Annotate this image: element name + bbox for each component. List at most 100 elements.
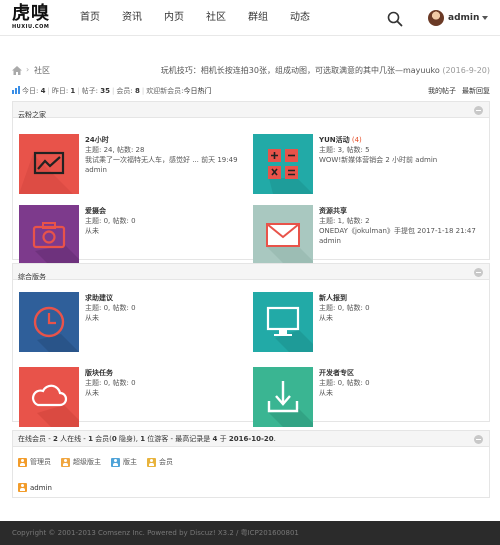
nav-item-news[interactable]: 资讯 [122, 0, 142, 36]
hot-today-link[interactable]: 今日热门 [184, 87, 212, 95]
online-summary[interactable]: 在线会员 - 2 人在线 - 1 会员(0 隐身), 1 位游客 - 最高记录是… [13, 431, 489, 447]
stats-links: 我的帖子 最新回复 [422, 86, 490, 96]
nav-item-home[interactable]: 首页 [80, 0, 100, 36]
legend-super-moderator: 超级版主 [61, 457, 101, 467]
members-value: 8 [134, 87, 140, 95]
cloud-icon[interactable] [19, 367, 79, 427]
search-icon[interactable] [387, 11, 403, 27]
online-text-7: . [273, 435, 276, 443]
download-icon[interactable] [253, 367, 313, 427]
stats-chart-icon [12, 86, 20, 94]
forum-stats: 主题: 0, 帖数: 0 [85, 379, 136, 387]
forum-name[interactable]: 求助建议 [85, 294, 113, 302]
forum-new-count: (4) [351, 136, 362, 144]
collapse-icon[interactable] [474, 435, 483, 444]
forum-name[interactable]: 开发者专区 [319, 369, 354, 377]
admin-user-icon [18, 457, 27, 467]
forum-item: 开发者专区 主题: 0, 帖数: 0 从未 [247, 360, 477, 430]
forum-last-post[interactable]: WOW!新媒体营销会 2 小时前 admin [319, 155, 437, 165]
online-record-date: 2016-10-20 [228, 435, 274, 443]
yesterday-value: 1 [70, 87, 76, 95]
home-icon[interactable] [12, 66, 22, 75]
breadcrumb-community[interactable]: 社区 [34, 65, 50, 76]
forum-name[interactable]: YUN活动 [319, 136, 350, 144]
moderator-user-icon [111, 457, 120, 467]
legend-label: 版主 [123, 458, 137, 466]
forum-name[interactable]: 新人报到 [319, 294, 347, 302]
monitor-icon[interactable] [253, 292, 313, 352]
forum-last-post: 从未 [319, 314, 333, 322]
forum-stats: 主题: 0, 帖数: 0 [85, 304, 136, 312]
collapse-icon[interactable] [474, 106, 483, 115]
logo-main: 虎嗅 [12, 3, 50, 24]
category-panel: 云粉之家 24小时 主题: 24, 帖数: 28 我试乘了一次福特无人车，感觉好… [12, 101, 490, 265]
members-label: 会员: [116, 87, 133, 95]
online-text-1: 在线会员 - [18, 435, 53, 443]
online-user-name[interactable]: admin [30, 484, 52, 492]
tip-text[interactable]: 玩机技巧：相机长按连拍30张，组成动图，可选取满意的其中几张—mayuuko [161, 66, 440, 75]
admin-user-icon [18, 483, 27, 492]
forum-stats: 主题: 24, 帖数: 28 [85, 146, 145, 154]
calculator-icon[interactable] [253, 134, 313, 194]
online-text-5: 位游客 - 最高记录是 [145, 435, 213, 443]
legend-member: 会员 [147, 457, 173, 467]
site-logo[interactable]: 虎嗅 HUXIU.COM [12, 3, 52, 31]
category-title[interactable]: 云粉之家 [18, 111, 46, 119]
nav-item-pages[interactable]: 内页 [164, 0, 184, 36]
clock-icon[interactable] [19, 292, 79, 352]
category-title[interactable]: 综合版务 [18, 273, 46, 281]
forum-stats: 主题: 3, 帖数: 5 [319, 146, 370, 154]
forum-info: 新人报到 主题: 0, 帖数: 0 从未 [319, 293, 370, 323]
collapse-icon[interactable] [474, 268, 483, 277]
category-header: 综合版务 [13, 264, 489, 281]
breadcrumb: › 社区 玩机技巧：相机长按连拍30张，组成动图，可选取满意的其中几张—mayu… [12, 64, 490, 78]
legend-moderator: 版主 [111, 457, 137, 467]
forum-last-post: 从未 [85, 389, 99, 397]
legend-label: 会员 [159, 458, 173, 466]
forum-stats: 主题: 0, 帖数: 0 [85, 217, 136, 225]
forum-last-user[interactable]: admin [85, 165, 238, 175]
mail-icon[interactable] [253, 205, 313, 265]
forum-last-post[interactable]: ONEDAY《jokulman》手提包 2017-1-18 21:47 [319, 226, 476, 236]
my-posts-link[interactable]: 我的帖子 [428, 87, 456, 95]
forum-item: 资源共享 主题: 1, 帖数: 2 ONEDAY《jokulman》手提包 20… [247, 198, 477, 268]
chevron-down-icon[interactable] [482, 16, 489, 20]
camera-icon[interactable] [19, 205, 79, 265]
online-panel: 在线会员 - 2 人在线 - 1 会员(0 隐身), 1 位游客 - 最高记录是… [12, 430, 490, 498]
latest-replies-link[interactable]: 最新回复 [462, 87, 490, 95]
forum-item: 版块任务 主题: 0, 帖数: 0 从未 [13, 360, 243, 430]
forum-stats: 主题: 1, 帖数: 2 [319, 217, 370, 225]
forum-item: 爱摄会 主题: 0, 帖数: 0 从未 [13, 198, 243, 268]
member-user-icon [147, 457, 156, 467]
forum-last-post: 从未 [85, 227, 99, 235]
nav-item-feed[interactable]: 动态 [290, 0, 310, 36]
forum-info: 24小时 主题: 24, 帖数: 28 我试乘了一次福特无人车，感觉好 ... … [85, 135, 238, 175]
forum-item: 24小时 主题: 24, 帖数: 28 我试乘了一次福特无人车，感觉好 ... … [13, 127, 243, 197]
usergroup-legend: 管理员 超级版主 版主 会员 [18, 457, 183, 467]
forum-name[interactable]: 24小时 [85, 136, 109, 144]
forum-name[interactable]: 资源共享 [319, 207, 347, 215]
user-name[interactable]: admin [448, 13, 479, 23]
posts-label: 帖子: [81, 87, 99, 95]
legend-admin: 管理员 [18, 457, 51, 467]
nav-item-community[interactable]: 社区 [206, 0, 226, 36]
forum-last-post: 从未 [85, 314, 99, 322]
forum-stats: 主题: 0, 帖数: 0 [319, 304, 370, 312]
chart-icon[interactable] [19, 134, 79, 194]
forum-last-post: 从未 [319, 389, 333, 397]
forum-item: 求助建议 主题: 0, 帖数: 0 从未 [13, 285, 243, 355]
forum-stats: 今日: 4 | 昨日: 1 | 帖子: 35 | 会员: 8 | 欢迎新会员:今日热门 我的帖子… [12, 86, 490, 98]
forum-last-post[interactable]: 我试乘了一次福特无人车，感觉好 ... 前天 19:49 [85, 155, 238, 165]
nav-item-groups[interactable]: 群组 [248, 0, 268, 36]
today-value: 4 [40, 87, 46, 95]
forum-item: YUN活动 (4) 主题: 3, 帖数: 5 WOW!新媒体营销会 2 小时前 … [247, 127, 477, 197]
category-header: 云粉之家 [13, 102, 489, 119]
avatar[interactable] [428, 10, 444, 26]
forum-name[interactable]: 爱摄会 [85, 207, 106, 215]
forum-last-user[interactable]: admin [319, 236, 476, 246]
forum-name[interactable]: 版块任务 [85, 369, 113, 377]
tip-announcement[interactable]: 玩机技巧：相机长按连拍30张，组成动图，可选取满意的其中几张—mayuuko (… [161, 65, 490, 76]
user-menu[interactable]: admin [428, 9, 489, 27]
site-header: 虎嗅 HUXIU.COM 首页 资讯 内页 社区 群组 动态 admin [0, 0, 500, 36]
online-user[interactable]: admin [18, 483, 52, 492]
